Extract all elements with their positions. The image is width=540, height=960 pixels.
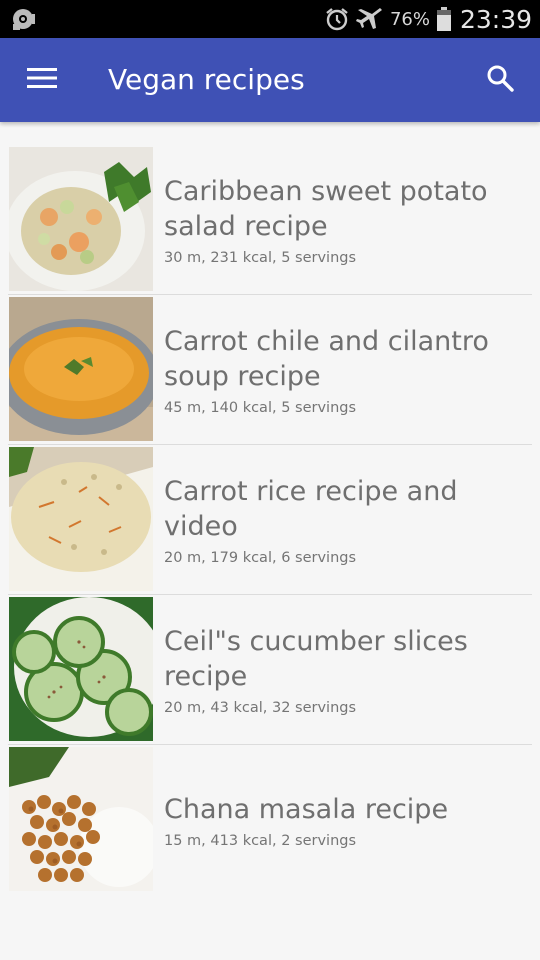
airplane-mode-icon — [355, 6, 384, 32]
list-item[interactable]: Carrot rice recipe and video 20 m, 179 k… — [8, 445, 532, 595]
recipe-title: Ceil"s cucumber slices recipe — [164, 625, 468, 692]
search-button[interactable] — [472, 54, 528, 106]
list-item[interactable]: Carrot chile and cilantro soup recipe 45… — [8, 295, 532, 445]
battery-icon — [436, 6, 452, 32]
alarm-icon — [324, 6, 350, 32]
chana-masala-photo — [9, 747, 153, 891]
camera-sync-icon — [10, 6, 38, 32]
list-item[interactable]: Ceil"s cucumber slices recipe 20 m, 43 k… — [8, 595, 532, 745]
recipe-title: Carrot chile and cilantro soup recipe — [164, 325, 489, 392]
recipe-meta: 45 m, 140 kcal, 5 servings — [164, 399, 357, 416]
carrot-soup-photo — [9, 297, 153, 441]
list-item[interactable]: Chana masala recipe 15 m, 413 kcal, 2 se… — [8, 745, 532, 895]
recipe-meta: 30 m, 231 kcal, 5 servings — [164, 249, 357, 266]
carrot-rice-photo — [9, 447, 153, 591]
battery-percent: 76% — [389, 8, 430, 30]
recipe-meta: 15 m, 413 kcal, 2 servings — [164, 832, 357, 849]
cucumber-slices-photo — [9, 597, 153, 741]
hamburger-menu-icon — [27, 67, 57, 94]
page-title: Vegan recipes — [108, 63, 305, 96]
recipe-title: Chana masala recipe — [164, 793, 449, 825]
app-bar: Vegan recipes — [0, 38, 540, 122]
search-icon — [486, 64, 514, 97]
recipe-meta: 20 m, 179 kcal, 6 servings — [164, 549, 357, 566]
sweet-potato-salad-photo — [9, 147, 153, 291]
status-clock: 23:39 — [459, 4, 532, 34]
list-item[interactable]: Caribbean sweet potato salad recipe 30 m… — [8, 145, 532, 295]
recipe-title: Carrot rice recipe and video — [164, 475, 458, 542]
menu-button[interactable] — [14, 54, 70, 106]
status-bar: 76% 23:39 — [0, 0, 540, 38]
recipe-meta: 20 m, 43 kcal, 32 servings — [164, 699, 357, 716]
recipe-title: Caribbean sweet potato salad recipe — [164, 175, 488, 242]
recipe-list: Caribbean sweet potato salad recipe 30 m… — [8, 145, 532, 895]
